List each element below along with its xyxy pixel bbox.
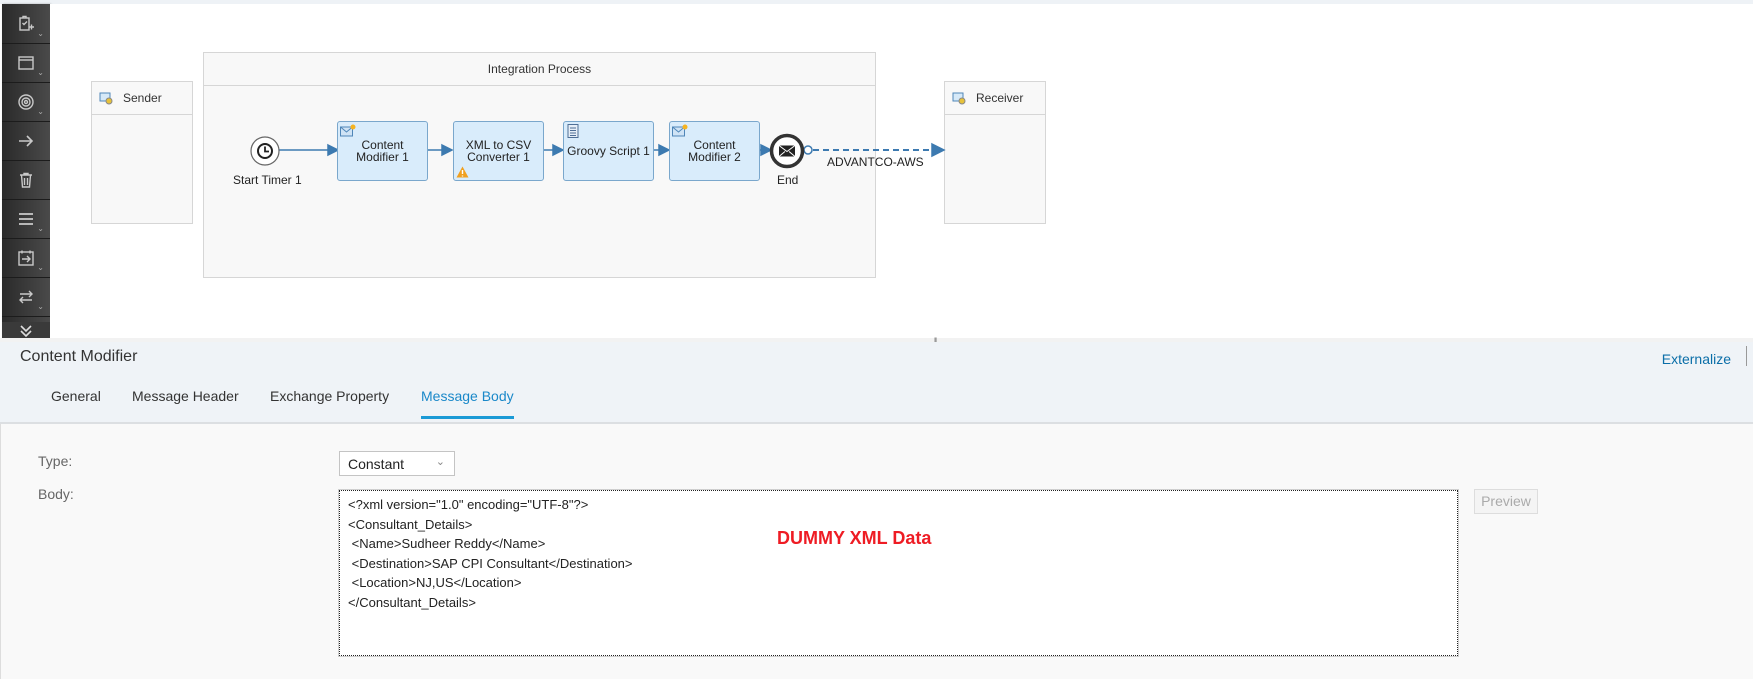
tab-message-header[interactable]: Message Header — [132, 388, 239, 416]
routing-button[interactable]: ⌄ — [2, 277, 50, 317]
chevron-down-icon: ⌄ — [37, 302, 44, 311]
script-icon — [567, 124, 579, 138]
connector-button[interactable] — [2, 121, 50, 161]
connector-arrow-icon — [19, 134, 34, 147]
call-icon — [18, 250, 34, 266]
call-button[interactable]: ⌄ — [2, 238, 50, 278]
dummy-xml-annotation: DUMMY XML Data — [777, 528, 932, 548]
content-modifier-icon — [672, 124, 688, 137]
sequence-flows — [279, 142, 946, 158]
diagram-canvas[interactable]: Sender Integration Process Receiver Star… — [50, 4, 1753, 338]
start-timer-label: Start Timer 1 — [233, 173, 302, 187]
process-button[interactable]: ⌄ — [2, 43, 50, 83]
warning-icon[interactable] — [456, 166, 469, 178]
step-groovy-script-1[interactable]: Groovy Script 1 — [563, 121, 654, 181]
delete-button[interactable] — [2, 160, 50, 200]
process-icon — [18, 55, 34, 70]
chevron-down-icon: ⌄ — [37, 29, 44, 38]
tab-general[interactable]: General — [51, 388, 101, 416]
separator — [1746, 346, 1747, 366]
message-flow-origin — [803, 145, 813, 155]
events-icon — [18, 93, 34, 110]
chevron-down-icon: ⌄ — [37, 68, 44, 77]
chevron-down-icon: ⌄ — [37, 107, 44, 116]
participants-button[interactable]: ⌄ — [2, 4, 50, 44]
externalize-link[interactable]: Externalize — [1662, 351, 1731, 367]
preview-button[interactable]: Preview — [1474, 489, 1538, 514]
tab-exchange-property[interactable]: Exchange Property — [270, 388, 389, 416]
participant-add-icon — [19, 15, 34, 31]
envelope-icon — [778, 145, 796, 157]
start-timer-event[interactable] — [249, 135, 281, 167]
step-label-line2: Modifier 1 — [356, 150, 409, 164]
arrowhead — [658, 143, 671, 157]
step-label-line2: Modifier 2 — [688, 150, 741, 164]
step-content-modifier-2[interactable]: Content Modifier 2 — [669, 121, 760, 181]
chevron-down-icon: ⌄ — [37, 263, 44, 272]
end-event-label: End — [777, 173, 799, 187]
step-label-line2: Converter 1 — [467, 150, 530, 164]
panel-title: Content Modifier — [20, 348, 138, 365]
end-message-event[interactable] — [769, 133, 805, 169]
mapping-button[interactable]: ⌄ — [2, 199, 50, 239]
step-label-line1: Groovy Script 1 — [567, 144, 650, 158]
type-select[interactable]: Constant ⌄ — [339, 451, 455, 476]
step-xml-to-csv-converter-1[interactable]: XML to CSV Converter 1 — [453, 121, 544, 181]
message-flow-label: ADVANTCO-AWS — [827, 155, 924, 169]
double-chevron-down-icon — [20, 324, 32, 337]
body-label: Body: — [38, 486, 74, 502]
content-modifier-icon — [340, 124, 356, 137]
chevron-down-icon: ⌄ — [435, 456, 445, 468]
palette-toolbar: ⌄ ⌄ ⌄ ⌄ ⌄ ⌄ — [2, 4, 50, 339]
type-select-value: Constant — [348, 456, 405, 472]
collapse-toolbar-button[interactable] — [2, 322, 50, 339]
arrowhead — [931, 142, 946, 158]
tab-message-body[interactable]: Message Body — [421, 388, 514, 419]
arrowhead — [441, 143, 454, 157]
properties-panel-header: Content Modifier Externalize General Mes… — [0, 342, 1753, 424]
type-label: Type: — [38, 453, 73, 469]
step-content-modifier-1[interactable]: Content Modifier 1 — [337, 121, 428, 181]
body-textarea[interactable]: <?xml version="1.0" encoding="UTF-8"?> <… — [338, 489, 1459, 657]
routing-icon — [19, 290, 33, 303]
chevron-down-icon: ⌄ — [37, 224, 44, 233]
mapping-list-icon — [19, 212, 33, 225]
events-button[interactable]: ⌄ — [2, 82, 50, 122]
delete-icon — [20, 172, 32, 188]
arrowhead — [552, 143, 565, 157]
